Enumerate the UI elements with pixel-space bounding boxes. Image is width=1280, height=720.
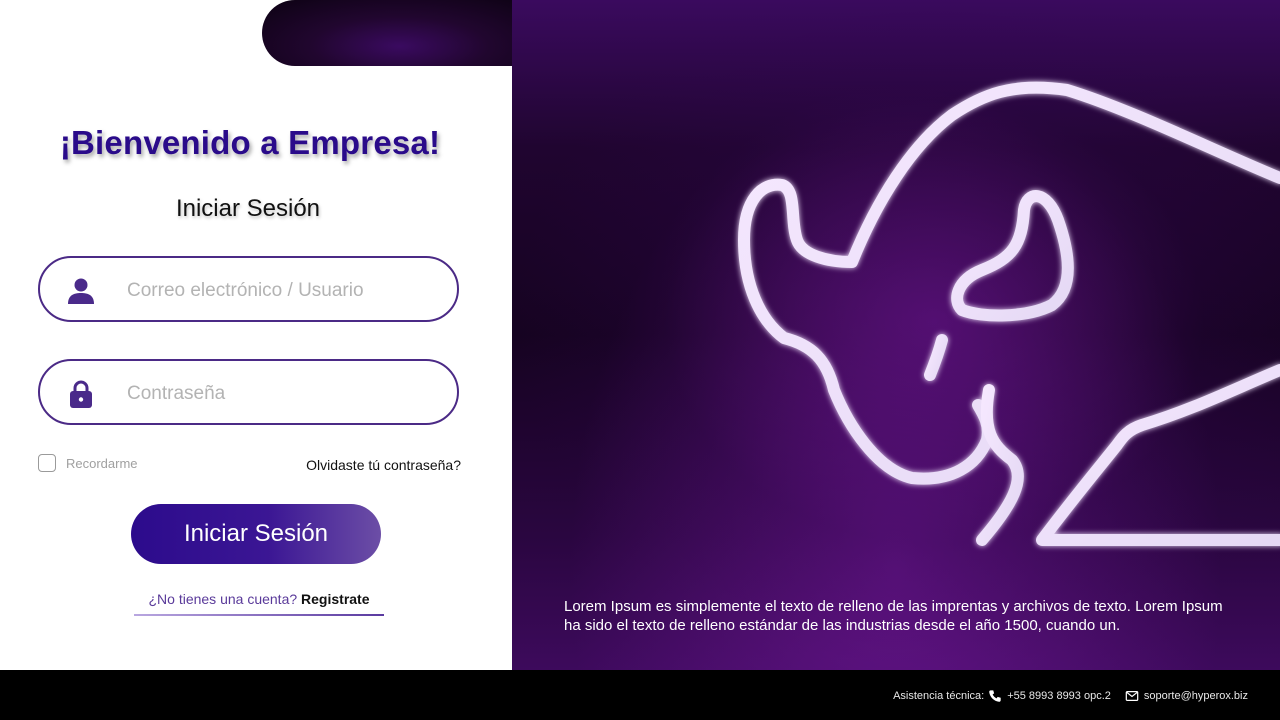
login-subtitle: Iniciar Sesión	[175, 195, 321, 222]
remember-me[interactable]: Recordarme	[38, 454, 138, 472]
support-label: Asistencia técnica:	[893, 690, 985, 702]
bull-logo	[738, 81, 1280, 546]
forgot-password-link[interactable]: Olvidaste tú contraseña?	[306, 457, 461, 473]
password-input[interactable]	[125, 373, 449, 415]
login-panel: ¡Bienvenido a Empresa! Iniciar Sesión Re…	[0, 0, 512, 670]
login-page: ¡Bienvenido a Empresa! Iniciar Sesión Re…	[0, 0, 1280, 720]
register-prompt: ¿No tienes una cuenta?	[148, 591, 298, 607]
welcome-title: ¡Bienvenido a Empresa!	[59, 124, 441, 161]
username-input[interactable]	[125, 270, 449, 312]
password-field[interactable]	[38, 359, 459, 425]
register-link[interactable]: Registrate	[301, 591, 369, 607]
user-icon	[68, 278, 94, 304]
lock-icon	[70, 380, 92, 408]
support-info: Asistencia técnica: +55 8993 8993 opc.2 …	[893, 689, 1248, 703]
hero-description: Lorem Ipsum es simplemente el texto de r…	[564, 598, 1223, 634]
login-button[interactable]: Iniciar Sesión	[131, 504, 381, 564]
phone-icon	[989, 690, 1001, 702]
remember-checkbox[interactable]	[38, 454, 56, 472]
remember-label: Recordarme	[66, 455, 138, 471]
footer: Asistencia técnica: +55 8993 8993 opc.2 …	[0, 670, 1280, 720]
support-email[interactable]: soporte@hyperox.biz	[1144, 690, 1248, 702]
username-field[interactable]	[38, 256, 459, 322]
mail-icon	[1125, 691, 1139, 701]
register-row: ¿No tienes una cuenta? Registrate	[134, 591, 384, 607]
hero-panel: Lorem Ipsum es simplemente el texto de r…	[512, 0, 1280, 670]
support-phone[interactable]: +55 8993 8993 opc.2	[1007, 690, 1111, 702]
decorative-top-tab	[262, 0, 512, 66]
register-underline	[134, 614, 384, 616]
